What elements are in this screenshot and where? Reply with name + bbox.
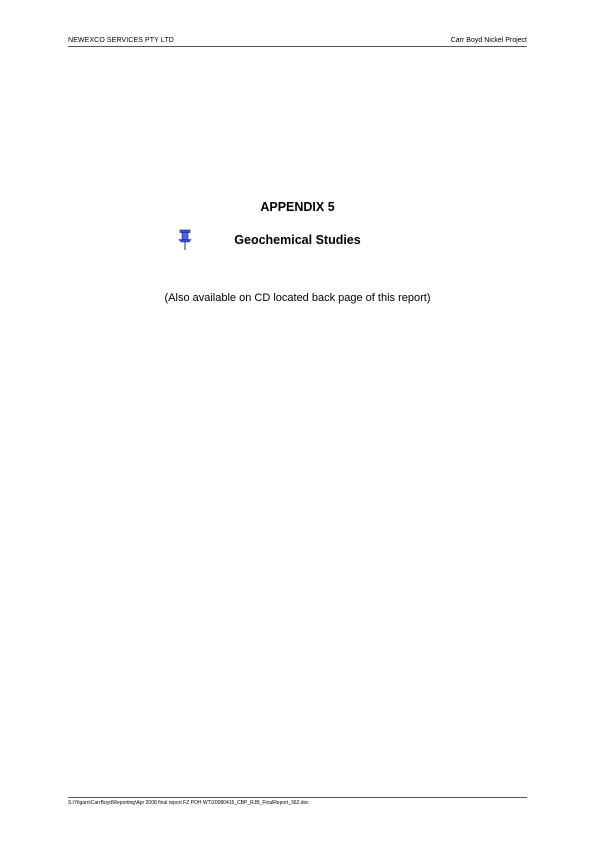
section-title: Geochemical Studies: [234, 233, 361, 247]
footer-file-path: S:\Yilgarn\CarrBoyd\Reporting\Apr 2008 f…: [68, 800, 309, 806]
appendix-title: APPENDIX 5: [260, 200, 335, 214]
document-page: NEWEXCO SERVICES PTY LTD Carr Boyd Nicke…: [0, 0, 595, 842]
header-project: Carr Boyd Nickel Project: [450, 37, 527, 44]
page-header: NEWEXCO SERVICES PTY LTD Carr Boyd Nicke…: [68, 36, 527, 47]
header-company: NEWEXCO SERVICES PTY LTD: [68, 37, 174, 44]
page-footer: S:\Yilgarn\CarrBoyd\Reporting\Apr 2008 f…: [68, 797, 527, 807]
availability-note: (Also available on CD located back page …: [164, 292, 431, 304]
